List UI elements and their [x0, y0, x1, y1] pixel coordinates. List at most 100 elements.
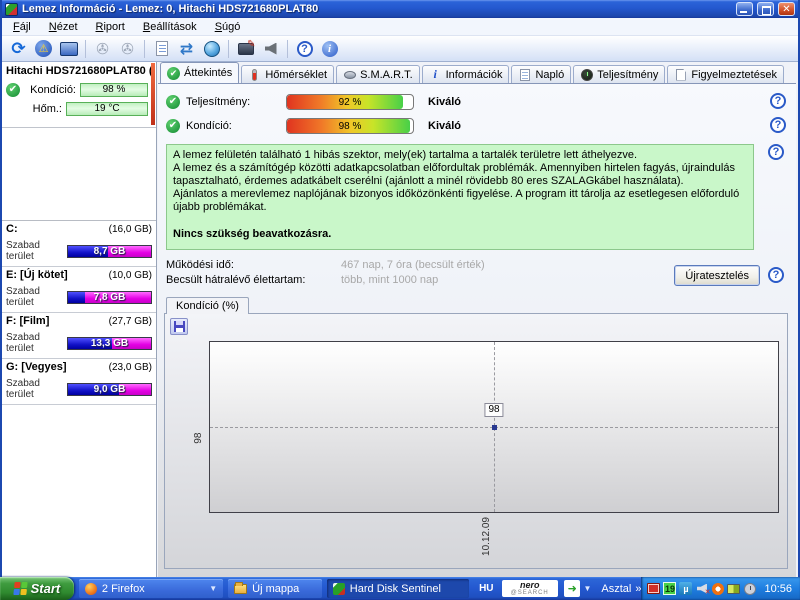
disk-condition-label: Kondíció:	[30, 83, 76, 96]
nero-label: nero	[519, 579, 540, 590]
toolbar-separator	[228, 39, 229, 58]
taskbar-button-firefox[interactable]: 2 Firefox ▼	[78, 579, 224, 598]
start-button[interactable]: Start	[0, 577, 74, 600]
menu-report[interactable]: Riport	[87, 19, 134, 35]
restore-button[interactable]	[757, 2, 774, 16]
sidebar: Hitachi HDS721680PLAT80 ( ✔ Kondíció: 98…	[2, 62, 157, 577]
tab-label: Figyelmeztetések	[691, 68, 777, 81]
drive-item-e[interactable]: E: [Új kötet] (10,0 GB) Szabad terület 7,…	[2, 267, 156, 313]
remove-disk-icon[interactable]: ✇	[115, 38, 140, 60]
tab-overview[interactable]: ✔ Áttekintés	[160, 62, 240, 83]
taskbar-button-hdsentinel[interactable]: Hard Disk Sentinel	[326, 579, 470, 598]
toolbar-separator	[287, 39, 288, 58]
tab-temperature[interactable]: Hőmérséklet	[241, 65, 335, 83]
taskbar-clock[interactable]: 10:56	[764, 583, 792, 595]
performance-row: ✔ Teljesítmény: 92 % Kiváló ?	[166, 92, 796, 112]
menu-settings[interactable]: Beállítások	[134, 19, 206, 35]
info-icon: i	[433, 67, 437, 81]
help-icon[interactable]: ?	[770, 117, 786, 133]
log-icon	[518, 68, 531, 81]
disk-summary-panel[interactable]: Hitachi HDS721680PLAT80 ( ✔ Kondíció: 98…	[2, 62, 156, 128]
tab-label: Teljesítmény	[597, 68, 659, 81]
drive-item-g[interactable]: G: [Vegyes] (23,0 GB) Szabad terület 9,0 …	[2, 359, 156, 405]
tab-bar: ✔ Áttekintés Hőmérséklet S.M.A.R.T. i Info…	[158, 62, 796, 83]
nero-search-box[interactable]: nero @SEARCH	[501, 579, 558, 597]
overview-panel: ✔ Teljesítmény: 92 % Kiváló ? ✔ Kondíció…	[158, 83, 796, 577]
drive-usage-bar: 8,7 GB	[66, 244, 152, 258]
lifetime-stats: Működési idő: 467 nap, 7 óra (becsült ér…	[166, 257, 788, 287]
hdsentinel-icon	[332, 582, 345, 595]
refresh-icon[interactable]: ⟳	[6, 38, 31, 60]
status-line: A lemez felületén található 1 hibás szek…	[173, 149, 638, 161]
tab-information[interactable]: i Információk	[421, 65, 510, 83]
titlebar[interactable]: Lemez Információ - Lemez: 0, Hitachi HDS…	[2, 0, 798, 18]
tray-app-icon[interactable]	[711, 582, 724, 595]
help-icon[interactable]: ?	[770, 93, 786, 109]
status-line: A lemez és a számítógép közötti adatkapc…	[173, 162, 735, 187]
close-button[interactable]	[778, 2, 795, 16]
drive-letter: E: [Új kötet]	[6, 269, 68, 281]
tray-utorrent-icon[interactable]: µ	[679, 582, 693, 595]
tray-volume-muted-icon[interactable]	[695, 582, 710, 596]
sound-icon[interactable]	[258, 38, 283, 60]
drive-letter: G: [Vegyes]	[6, 361, 67, 373]
tab-alerts[interactable]: Figyelmeztetések	[667, 65, 784, 83]
disk-ok-icon: ✔	[6, 82, 20, 97]
task-label: Hard Disk Sentinel	[349, 582, 441, 595]
check-icon: ✔	[167, 66, 180, 80]
menu-help[interactable]: Súgó	[206, 19, 250, 35]
chart-data-point[interactable]	[492, 425, 497, 430]
tray-clock-app-icon[interactable]	[743, 582, 756, 595]
tab-smart[interactable]: S.M.A.R.T.	[336, 65, 420, 83]
disk-display-icon[interactable]	[56, 38, 81, 60]
tray-card-icon[interactable]	[727, 582, 741, 595]
free-space-label: Szabad terület	[6, 378, 40, 400]
help-icon[interactable]: ?	[292, 38, 317, 60]
app-icon	[5, 2, 18, 16]
menu-file[interactable]: Fájl	[4, 19, 40, 35]
taskbar-button-folder[interactable]: Új mappa	[228, 579, 322, 598]
nero-sublabel: @SEARCH	[510, 589, 549, 596]
chart-panel: 98 98 10.12.09	[164, 313, 788, 569]
retest-button[interactable]: Újratesztelés	[674, 265, 760, 286]
drive-usage-bar: 13,3 GB	[66, 336, 152, 350]
report-icon[interactable]	[149, 38, 174, 60]
chart-tab-condition[interactable]: Kondíció (%)	[166, 297, 249, 314]
quick-launch-arrow-icon[interactable]: ➜	[563, 580, 581, 597]
help-icon[interactable]: ?	[768, 267, 784, 283]
toolbar-separator	[144, 39, 145, 58]
computer-settings-icon[interactable]	[233, 38, 258, 60]
condition-label: Kondíció:	[186, 120, 232, 132]
menu-view[interactable]: Nézet	[40, 19, 87, 35]
save-chart-button[interactable]	[170, 318, 188, 335]
desktop-toolbar[interactable]: Asztal »	[601, 583, 641, 595]
lifetime-value: több, mint 1000 nap	[341, 273, 439, 286]
tab-label: Hőmérséklet	[265, 68, 328, 81]
detect-disk-icon[interactable]: ✇	[90, 38, 115, 60]
chart-x-tick: 10.12.09	[481, 517, 492, 556]
info-icon[interactable]: i	[317, 38, 342, 60]
page-icon	[674, 68, 687, 81]
tray-temperature-badge[interactable]: 19	[663, 582, 677, 595]
tab-label: Áttekintés	[184, 67, 233, 79]
alerts-icon[interactable]: ⚠	[31, 38, 56, 60]
chevron-down-icon: ▼	[209, 584, 218, 593]
tray-monitor-icon[interactable]	[647, 583, 661, 594]
thermometer-icon	[248, 68, 261, 81]
menubar: Fájl Nézet Riport Beállítások Súgó	[2, 18, 798, 36]
tab-performance[interactable]: Teljesítmény	[573, 65, 666, 83]
chevron-down-icon[interactable]: ▼	[583, 584, 591, 593]
start-label: Start	[30, 581, 61, 596]
disk-condition-value: 98 %	[80, 82, 148, 97]
language-indicator[interactable]: HU	[479, 583, 493, 594]
help-icon[interactable]: ?	[768, 144, 784, 160]
taskbar: Start 2 Firefox ▼ Új mappa Hard Disk Sen…	[0, 577, 800, 600]
minimize-button[interactable]	[736, 2, 753, 16]
drive-free-value: 13,3 GB	[90, 337, 129, 349]
drive-item-c[interactable]: C: (16,0 GB) Szabad terület 8,7 GB	[2, 221, 156, 267]
drive-item-f[interactable]: F: [Film] (27,7 GB) Szabad terület 13,3 G…	[2, 313, 156, 359]
network-icon[interactable]	[199, 38, 224, 60]
free-space-label: Szabad terület	[6, 332, 40, 354]
sync-icon[interactable]: ⇄	[174, 38, 199, 60]
tab-log[interactable]: Napló	[511, 65, 572, 83]
